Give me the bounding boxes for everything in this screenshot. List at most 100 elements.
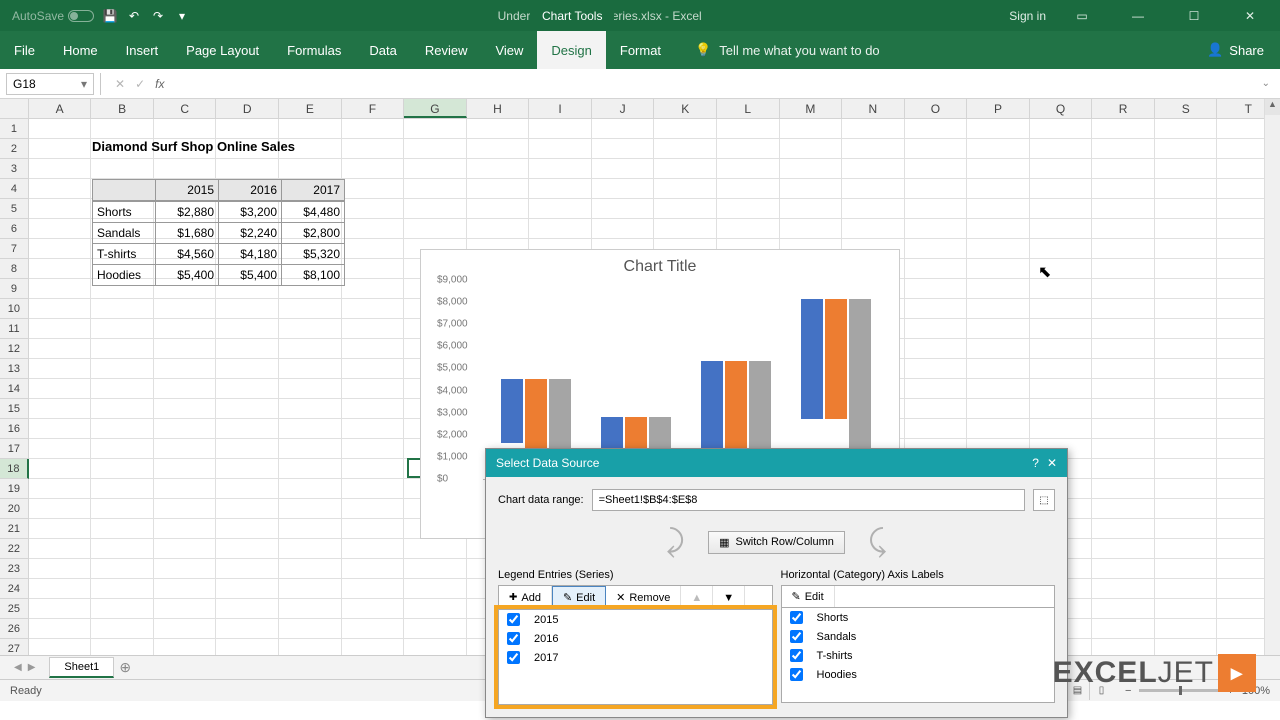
column-header-K[interactable]: K (654, 99, 717, 118)
row-header-9[interactable]: 9 (0, 279, 29, 299)
row-header-21[interactable]: 21 (0, 519, 29, 539)
minimize-button[interactable]: — (1118, 0, 1158, 31)
table-cell[interactable]: $8,100 (282, 265, 345, 286)
chart-data-range-input[interactable] (592, 489, 1025, 511)
name-box[interactable]: G18 ▾ (6, 73, 94, 95)
column-header-P[interactable]: P (967, 99, 1030, 118)
column-header-J[interactable]: J (592, 99, 655, 118)
fx-icon[interactable]: fx (155, 77, 164, 91)
category-checkbox[interactable] (790, 668, 803, 681)
formula-input[interactable] (172, 73, 1261, 95)
tab-file[interactable]: File (0, 31, 49, 69)
bar-2015-Shorts[interactable] (501, 379, 523, 443)
category-item[interactable]: Shorts (782, 608, 1055, 627)
qat-customize-icon[interactable]: ▾ (174, 8, 190, 24)
category-checkbox[interactable] (790, 649, 803, 662)
table-cell[interactable]: $1,680 (156, 223, 219, 244)
autosave-toggle[interactable]: AutoSave (12, 9, 94, 23)
column-header-M[interactable]: M (780, 99, 843, 118)
tab-view[interactable]: View (481, 31, 537, 69)
row-header-16[interactable]: 16 (0, 419, 29, 439)
table-cell[interactable]: Hoodies (93, 265, 156, 286)
category-checkbox[interactable] (790, 611, 803, 624)
tab-nav-prev-icon[interactable]: ◀ (14, 662, 22, 673)
row-header-11[interactable]: 11 (0, 319, 29, 339)
row-header-5[interactable]: 5 (0, 199, 29, 219)
tab-review[interactable]: Review (411, 31, 482, 69)
chart-title[interactable]: Chart Title (437, 258, 883, 276)
row-header-17[interactable]: 17 (0, 439, 29, 459)
edit-series-button[interactable]: ✎ Edit (552, 586, 606, 609)
column-header-D[interactable]: D (216, 99, 279, 118)
column-header-I[interactable]: I (529, 99, 592, 118)
row-header-3[interactable]: 3 (0, 159, 29, 179)
maximize-button[interactable]: ☐ (1174, 0, 1214, 31)
ribbon-display-icon[interactable]: ▭ (1062, 0, 1102, 31)
row-header-4[interactable]: 4 (0, 179, 29, 199)
tab-data[interactable]: Data (355, 31, 410, 69)
tab-home[interactable]: Home (49, 31, 112, 69)
column-header-N[interactable]: N (842, 99, 905, 118)
row-header-19[interactable]: 19 (0, 479, 29, 499)
row-header-12[interactable]: 12 (0, 339, 29, 359)
undo-icon[interactable]: ↶ (126, 8, 142, 24)
move-up-button[interactable]: ▲ (681, 586, 713, 609)
tell-me-search[interactable]: 💡 Tell me what you want to do (675, 31, 1191, 69)
new-sheet-button[interactable]: ⊕ (114, 659, 136, 676)
column-header-F[interactable]: F (342, 99, 405, 118)
series-checkbox[interactable] (507, 613, 520, 626)
bar-2016-Hoodies[interactable] (825, 299, 847, 419)
series-item[interactable]: 2017 (499, 648, 772, 667)
redo-icon[interactable]: ↷ (150, 8, 166, 24)
row-header-14[interactable]: 14 (0, 379, 29, 399)
series-checkbox[interactable] (507, 632, 520, 645)
category-item[interactable]: T-shirts (782, 646, 1055, 665)
vertical-scrollbar[interactable]: ▲ (1264, 99, 1280, 655)
series-item[interactable]: 2016 (499, 629, 772, 648)
row-header-8[interactable]: 8 (0, 259, 29, 279)
edit-axis-button[interactable]: ✎ Edit (782, 586, 835, 607)
column-header-L[interactable]: L (717, 99, 780, 118)
sheet-tab-sheet1[interactable]: Sheet1 (49, 657, 114, 678)
table-cell[interactable]: $4,560 (156, 244, 219, 265)
series-checkbox[interactable] (507, 651, 520, 664)
tab-format[interactable]: Format (606, 31, 675, 69)
column-header-R[interactable]: R (1092, 99, 1155, 118)
row-header-22[interactable]: 22 (0, 539, 29, 559)
row-header-15[interactable]: 15 (0, 399, 29, 419)
row-header-18[interactable]: 18 (0, 459, 29, 479)
tab-insert[interactable]: Insert (112, 31, 173, 69)
series-item[interactable]: 2015 (499, 610, 772, 629)
table-cell[interactable]: $4,480 (282, 202, 345, 223)
column-header-A[interactable]: A (29, 99, 92, 118)
switch-row-column-button[interactable]: ▦ Switch Row/Column (708, 531, 845, 554)
row-header-1[interactable]: 1 (0, 119, 29, 139)
share-button[interactable]: 👤 Share (1191, 31, 1280, 69)
table-cell[interactable]: Sandals (93, 223, 156, 244)
column-header-O[interactable]: O (905, 99, 968, 118)
collapse-dialog-icon[interactable]: ⬚ (1033, 489, 1055, 511)
formula-expand-icon[interactable]: ⌄ (1262, 78, 1274, 89)
tab-nav-next-icon[interactable]: ▶ (28, 662, 36, 673)
row-header-27[interactable]: 27 (0, 639, 29, 655)
row-header-26[interactable]: 26 (0, 619, 29, 639)
column-header-Q[interactable]: Q (1030, 99, 1093, 118)
row-header-24[interactable]: 24 (0, 579, 29, 599)
bar-2016-T-shirts[interactable] (725, 361, 747, 454)
table-cell[interactable]: $5,400 (156, 265, 219, 286)
bar-2016-Shorts[interactable] (525, 379, 547, 450)
column-header-H[interactable]: H (467, 99, 530, 118)
tab-design[interactable]: Design (537, 31, 605, 69)
column-header-C[interactable]: C (154, 99, 217, 118)
series-list[interactable]: 2015 2016 2017 (498, 609, 773, 705)
column-header-E[interactable]: E (279, 99, 342, 118)
table-cell[interactable]: $2,800 (282, 223, 345, 244)
table-cell[interactable]: $2,240 (219, 223, 282, 244)
column-header-S[interactable]: S (1155, 99, 1218, 118)
column-header-G[interactable]: G (404, 99, 467, 118)
close-button[interactable]: ✕ (1230, 0, 1270, 31)
table-cell[interactable]: $4,180 (219, 244, 282, 265)
row-header-6[interactable]: 6 (0, 219, 29, 239)
select-all-corner[interactable] (0, 99, 29, 118)
category-list[interactable]: Shorts Sandals T-shirts Hoodies (781, 607, 1056, 703)
